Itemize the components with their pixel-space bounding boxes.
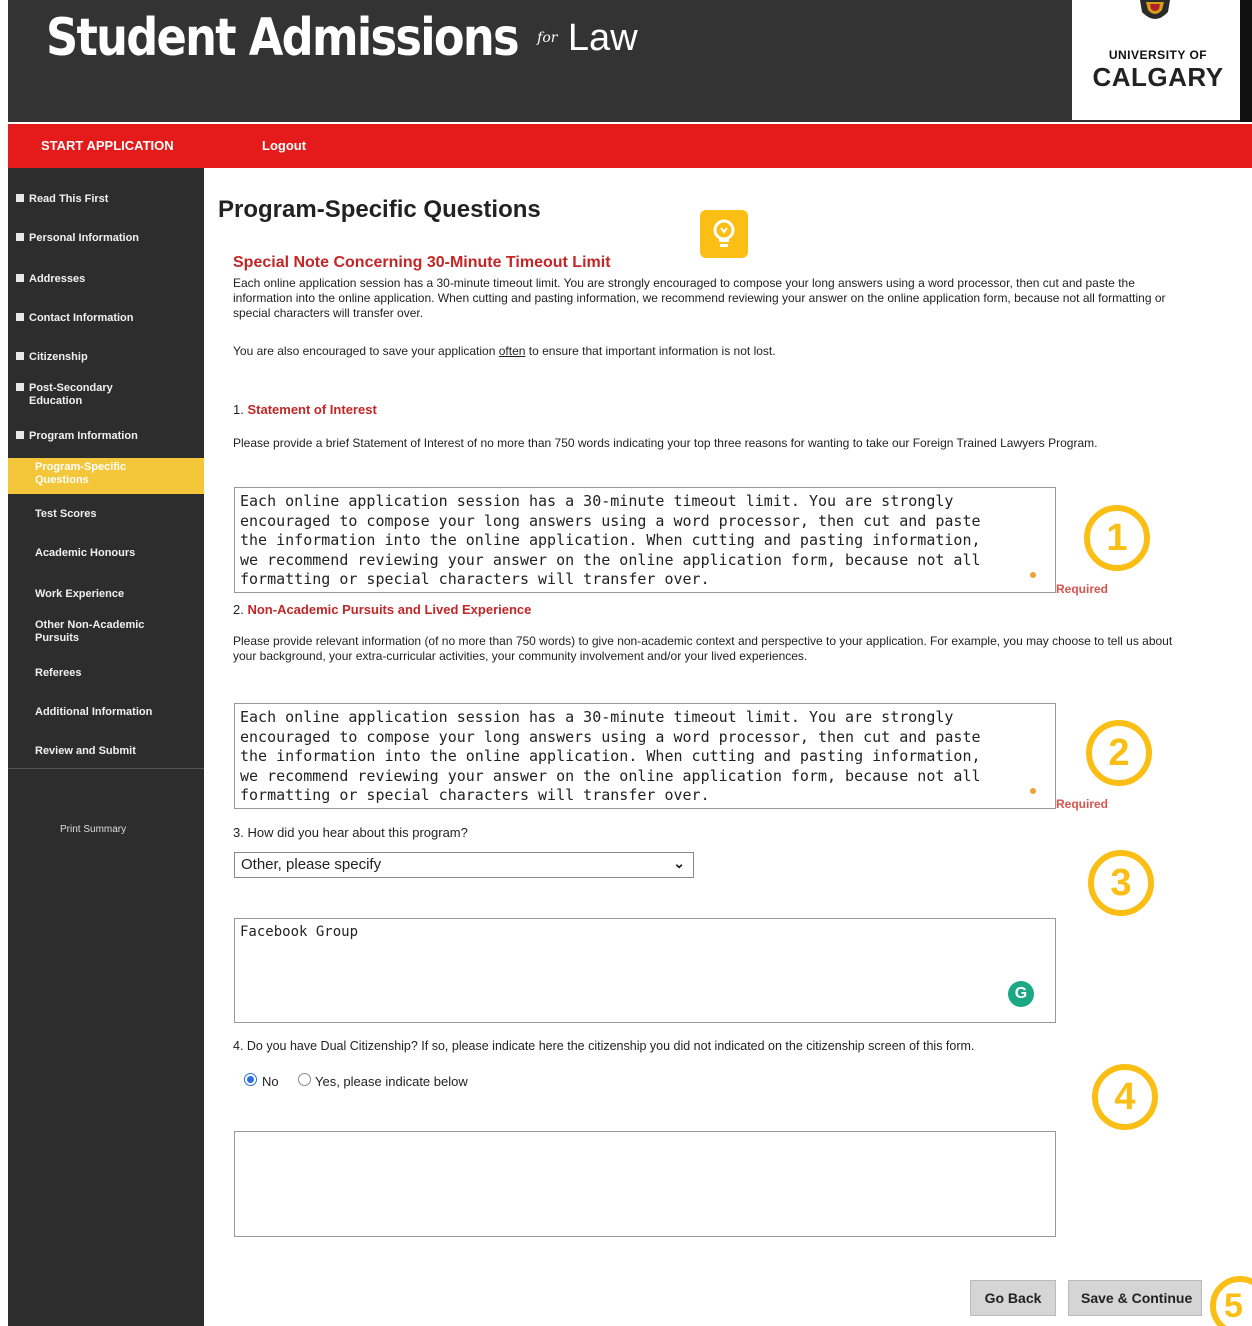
bullet-icon	[16, 194, 24, 202]
marker-1: 1	[1084, 505, 1150, 571]
site-title-main: Student Admissions	[46, 8, 520, 68]
q1-title: 1. Statement of Interest	[233, 402, 377, 417]
save-often-note: You are also encouraged to save your app…	[233, 344, 776, 358]
select-value: Other, please specify	[241, 856, 382, 873]
q3-specify-textarea[interactable]: Facebook Group	[234, 918, 1056, 1023]
header-edge	[1240, 0, 1252, 122]
start-application-link[interactable]: START APPLICATION	[41, 138, 174, 153]
bullet-icon	[16, 233, 24, 241]
q2-required-label: Required	[1056, 797, 1109, 811]
sidebar-item-additional-information[interactable]: Additional Information	[35, 706, 152, 719]
timeout-note-body: Each online application session has a 30…	[233, 276, 1166, 320]
lightbulb-icon	[700, 210, 748, 258]
q2-answer-textarea[interactable]: Each online application session has a 30…	[234, 703, 1056, 809]
resize-handle-icon[interactable]	[1030, 788, 1036, 794]
bullet-icon	[16, 383, 24, 391]
sidebar-item-citizenship[interactable]: Citizenship	[16, 351, 88, 364]
q4-citizenship-textarea[interactable]	[234, 1131, 1056, 1237]
q4-prompt: 4. Do you have Dual Citizenship? If so, …	[233, 1039, 975, 1053]
bullet-icon	[16, 352, 24, 360]
print-summary-link[interactable]: Print Summary	[60, 824, 126, 835]
chevron-down-icon: ⌄	[673, 855, 685, 871]
site-header: Student Admissions for Law	[8, 0, 1240, 122]
bullet-icon	[16, 274, 24, 282]
marker-4: 4	[1092, 1064, 1158, 1130]
top-nav-bar: START APPLICATION Logout	[8, 124, 1252, 168]
sidebar-item-work-experience[interactable]: Work Experience	[35, 588, 124, 601]
q1-prompt: Please provide a brief Statement of Inte…	[233, 436, 1098, 450]
logout-link[interactable]: Logout	[262, 138, 306, 153]
q2-title: 2. Non-Academic Pursuits and Lived Exper…	[233, 602, 532, 617]
timeout-note-title: Special Note Concerning 30-Minute Timeou…	[233, 254, 611, 271]
go-back-button[interactable]: Go Back	[970, 1280, 1056, 1316]
sidebar-item-addresses[interactable]: Addresses	[16, 273, 85, 286]
save-continue-button[interactable]: Save & Continue	[1068, 1280, 1202, 1316]
q2-prompt: Please provide relevant information (of …	[233, 634, 1173, 663]
sidebar-item-academic-honours[interactable]: Academic Honours	[35, 547, 135, 560]
sidebar-item-program-information[interactable]: Program Information	[16, 430, 138, 443]
site-title: Student Admissions for Law	[46, 8, 638, 88]
resize-handle-icon[interactable]	[1030, 572, 1036, 578]
sidebar-active-label: Program-Specific Questions	[35, 461, 127, 486]
site-title-for: for	[537, 30, 558, 46]
bullet-icon	[16, 313, 24, 321]
yes-option-label: Yes, please indicate below	[315, 1074, 468, 1089]
page-title: Program-Specific Questions	[218, 196, 541, 223]
q3-prompt: 3. How did you hear about this program?	[233, 825, 468, 840]
logo-calgary: CALGARY	[1092, 62, 1224, 92]
sidebar-item-read-this-first[interactable]: Read This First	[16, 193, 108, 206]
dual-citizenship-yes-radio[interactable]	[298, 1073, 311, 1086]
sidebar-item-referees[interactable]: Referees	[35, 667, 81, 680]
university-crest-icon	[1140, 0, 1170, 19]
how-did-you-hear-select[interactable]: Other, please specify ⌄	[234, 852, 694, 878]
marker-3: 3	[1088, 850, 1154, 916]
sidebar-item-other-non-academic-pursuits[interactable]: Other Non-Academic Pursuits	[35, 619, 175, 645]
sidebar-item-post-secondary-education[interactable]: Post-Secondary Education	[16, 382, 156, 408]
bullet-icon	[16, 431, 24, 439]
grammarly-icon[interactable]: G	[1008, 981, 1034, 1007]
sidebar-item-review-and-submit[interactable]: Review and Submit	[35, 745, 136, 758]
sidebar-nav: Read This First Personal Information Add…	[8, 168, 214, 1326]
q1-answer-textarea[interactable]: Each online application session has a 30…	[234, 487, 1056, 593]
site-title-law: Law	[567, 16, 638, 59]
q1-required-label: Required	[1056, 582, 1109, 596]
logo-university-of: UNIVERSITY OF	[1108, 48, 1208, 62]
sidebar-item-test-scores[interactable]: Test Scores	[35, 508, 97, 521]
sidebar-item-contact-information[interactable]: Contact Information	[16, 312, 134, 325]
sidebar-item-personal-information[interactable]: Personal Information	[16, 232, 139, 245]
no-option-label: No	[262, 1074, 279, 1089]
dual-citizenship-no-radio[interactable]	[244, 1073, 257, 1086]
left-frame-edge	[0, 0, 8, 1326]
sidebar-divider	[8, 768, 204, 769]
marker-2: 2	[1086, 720, 1152, 786]
